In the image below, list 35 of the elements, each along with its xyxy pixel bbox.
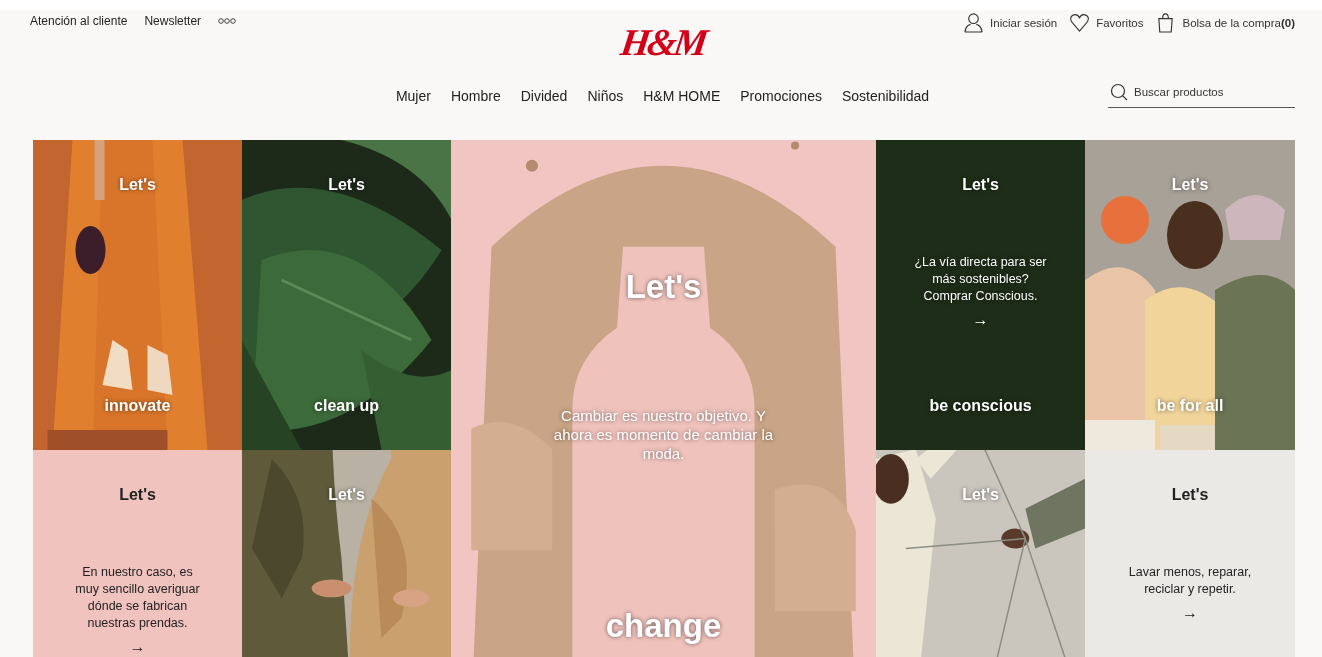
logo[interactable]: H&M [617, 20, 708, 64]
top-link[interactable]: Atención al cliente [30, 14, 128, 28]
account-link[interactable]: Favoritos [1069, 12, 1144, 33]
account-link[interactable]: Bolsa de la compra(0) [1155, 12, 1295, 33]
top-link[interactable]: Newsletter [144, 14, 202, 28]
tile-text: Lavar menos, reparar, reciclar y repetir. [1127, 564, 1253, 598]
promo-panel[interactable]: Let's Lavar menos, reparar, reciclar y repetir. → [1085, 450, 1295, 657]
heart-icon [1069, 12, 1091, 33]
tile-caption: be conscious [929, 397, 1032, 415]
search-field[interactable]: Buscar productos [1134, 86, 1284, 98]
tile-text: En nuestro caso, es muy sencillo averiguar dónde se fabrican nuestras prendas. [74, 564, 201, 632]
account-label: Favoritos [1096, 16, 1144, 29]
arrow-link[interactable]: → [129, 638, 146, 656]
tile-heading: Let's [962, 176, 999, 194]
tile-heading: Let's [962, 486, 999, 504]
promo-panel[interactable]: Let's En nuestro caso, es muy sencillo averiguar dónde se fabrican nuestras prendas. → [33, 450, 242, 657]
nav-link[interactable]: Niños [587, 88, 624, 104]
tile-heading: Let's [119, 486, 156, 504]
nav-link[interactable]: H&M HOME [643, 88, 721, 104]
tile-text: ¿La vía directa para ser más sostenibles? Comprar Conscious. [913, 254, 1048, 305]
search-icon [1110, 83, 1128, 101]
account-label: Iniciar sesión [990, 16, 1058, 29]
promo-panel[interactable]: Let's ¿La vía directa para ser más sostenibles? Comprar Conscious. → be conscious [876, 140, 1085, 450]
account-link[interactable]: Iniciar sesión [963, 12, 1058, 33]
nav-link[interactable]: Hombre [450, 88, 501, 104]
user-icon [963, 12, 985, 33]
tile-heading: Let's [1171, 486, 1209, 504]
account-label: Bolsa de la compra(0) [1182, 16, 1295, 29]
nav-link[interactable]: Mujer [395, 88, 431, 104]
nav-link[interactable]: Promociones [740, 88, 822, 104]
arrow-link[interactable]: → [972, 311, 989, 329]
nav-link[interactable]: Divided [520, 88, 568, 104]
nav-link[interactable]: Sostenibilidad [841, 88, 930, 104]
arrow-link[interactable]: → [1182, 604, 1198, 622]
more-icon[interactable] [218, 18, 237, 24]
